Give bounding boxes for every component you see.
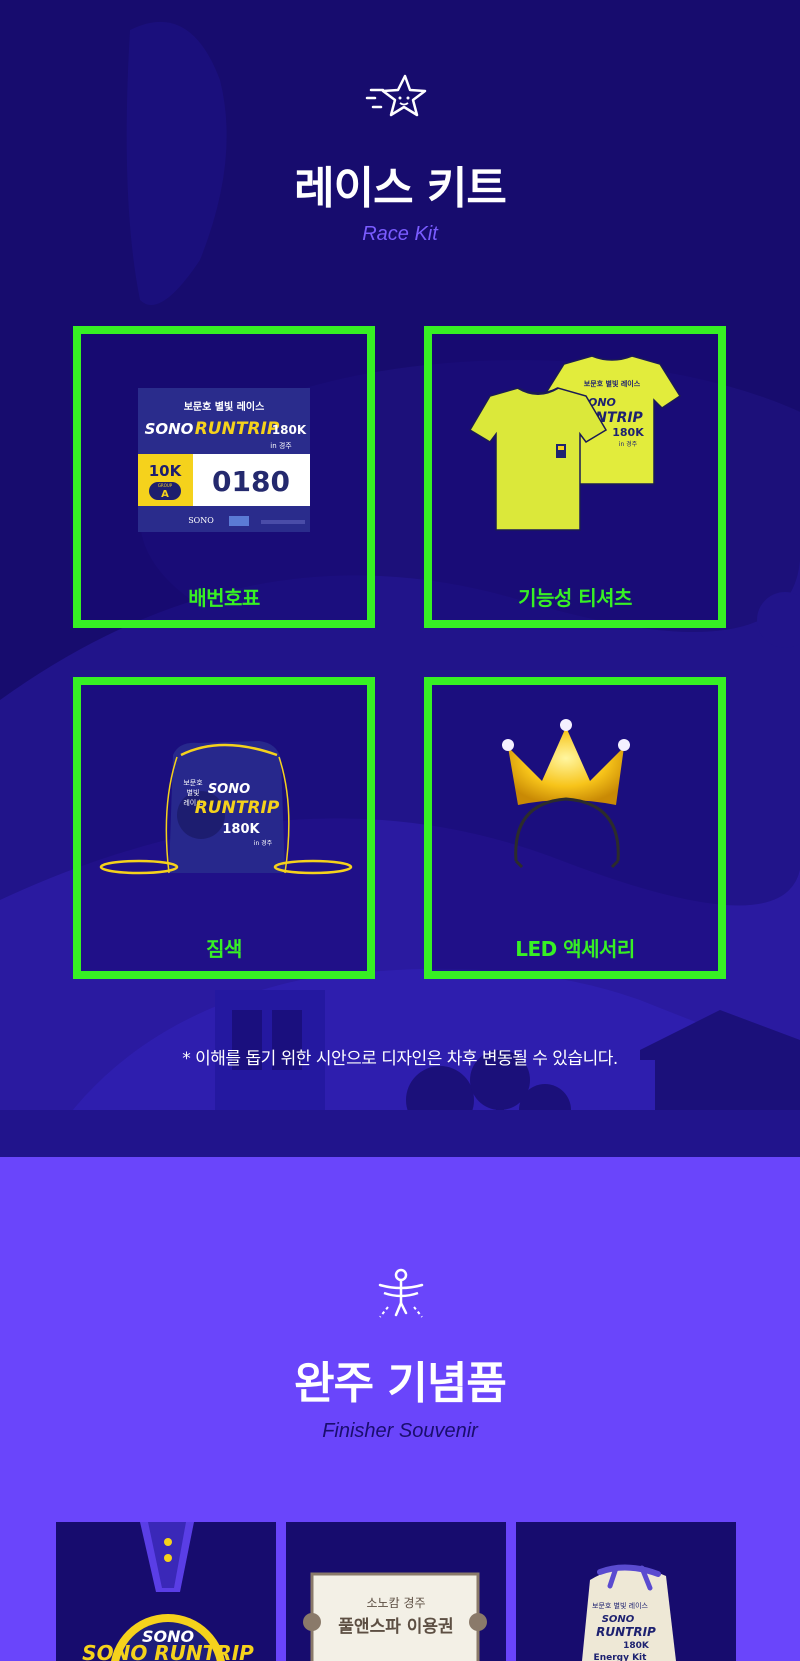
svg-text:10K: 10K	[149, 462, 183, 480]
souvenir-title: 완주 기념품	[294, 1358, 507, 1409]
svg-text:SONO RUNTRIP: SONO RUNTRIP	[82, 1641, 254, 1661]
svg-text:180K: 180K	[222, 822, 260, 837]
svg-text:SONO: SONO	[208, 782, 250, 797]
race-kit-section: 레이스 키트 Race Kit 보문호 별빛 레이스 SONO RUNTRIP …	[0, 0, 800, 1157]
led-crown-headband-image	[502, 719, 630, 869]
kit-card-led: LED 액세서리	[424, 677, 726, 979]
souvenir-subtitle: Finisher Souvenir	[322, 1420, 478, 1442]
svg-text:RUNTRIP: RUNTRIP	[195, 798, 280, 818]
svg-text:Energy Kit: Energy Kit	[594, 1653, 648, 1661]
svg-text:RUNTRIP: RUNTRIP	[195, 419, 280, 439]
medal-image: SONO SONO RUNTRIP	[82, 1522, 254, 1661]
design-disclaimer-note: * 이해를 돕기 위한 시안으로 디자인은 차후 변동될 수 있습니다.	[182, 1049, 618, 1069]
svg-text:in 경주: in 경주	[254, 840, 273, 847]
finisher-souvenir-section: 완주 기념품 Finisher Souvenir SONO SONO RUNTR…	[0, 1157, 800, 1661]
race-kit-subtitle: Race Kit	[362, 223, 438, 245]
bib-number-image: 보문호 별빛 레이스 SONO RUNTRIP 180K in 경주 10K G…	[138, 388, 310, 532]
finisher-runner-icon	[378, 1268, 424, 1318]
kit-label-led: LED 액세서리	[515, 937, 635, 961]
svg-text:180K: 180K	[623, 1641, 650, 1651]
souvenir-card-medal: SONO SONO RUNTRIP	[56, 1522, 276, 1661]
drawstring-bag-image: 보문호 별빛 레이스 SONO RUNTRIP 180K in 경주	[99, 741, 353, 875]
svg-text:보문호: 보문호	[183, 779, 203, 787]
svg-text:소노캄 경주: 소노캄 경주	[366, 1596, 425, 1610]
svg-text:A: A	[161, 489, 169, 500]
svg-text:SONO: SONO	[145, 420, 194, 438]
kit-card-bib: 보문호 별빛 레이스 SONO RUNTRIP 180K in 경주 10K G…	[73, 326, 375, 628]
svg-text:보문호 별빛 레이스: 보문호 별빛 레이스	[184, 400, 265, 413]
race-kit-title: 레이스 키트	[294, 163, 507, 214]
kit-label-bib: 배번호표	[188, 586, 260, 610]
kit-label-bag: 짐색	[206, 937, 242, 961]
svg-text:보문호 별빛 레이스: 보문호 별빛 레이스	[584, 379, 641, 388]
svg-text:RUNTRIP: RUNTRIP	[596, 1625, 656, 1639]
svg-text:180K: 180K	[272, 423, 307, 437]
svg-text:0180: 0180	[212, 465, 290, 498]
kit-card-bag: 보문호 별빛 레이스 SONO RUNTRIP 180K in 경주 짐색	[73, 677, 375, 979]
pouch-bag-image: 보문호 별빛 레이스 SONO RUNTRIP 180K Energy Kit	[582, 1564, 676, 1661]
kit-card-tshirt: 보문호 별빛 레이스 SONO RUNTRIP 180K in 경주 기능성 티…	[424, 326, 726, 628]
souvenir-card-pouch: 보문호 별빛 레이스 SONO RUNTRIP 180K Energy Kit	[516, 1522, 736, 1661]
kit-label-tshirt: 기능성 티셔츠	[518, 586, 632, 610]
running-star-icon	[365, 74, 427, 117]
souvenir-card-voucher: 소노캄 경주 풀앤스파 이용권	[286, 1522, 506, 1661]
svg-text:풀앤스파 이용권: 풀앤스파 이용권	[338, 1617, 453, 1637]
svg-text:GROUP: GROUP	[158, 483, 173, 488]
tshirt-image: 보문호 별빛 레이스 SONO RUNTRIP 180K in 경주	[468, 355, 682, 531]
svg-text:SONO: SONO	[602, 1614, 635, 1625]
svg-text:별빛: 별빛	[187, 788, 200, 797]
svg-text:보문호 별빛 레이스: 보문호 별빛 레이스	[592, 1601, 649, 1610]
svg-text:180K: 180K	[612, 426, 644, 439]
voucher-image: 소노캄 경주 풀앤스파 이용권	[303, 1572, 487, 1661]
svg-text:in 경주: in 경주	[619, 441, 638, 448]
svg-text:SONO: SONO	[188, 516, 214, 525]
svg-text:in 경주: in 경주	[270, 441, 292, 450]
